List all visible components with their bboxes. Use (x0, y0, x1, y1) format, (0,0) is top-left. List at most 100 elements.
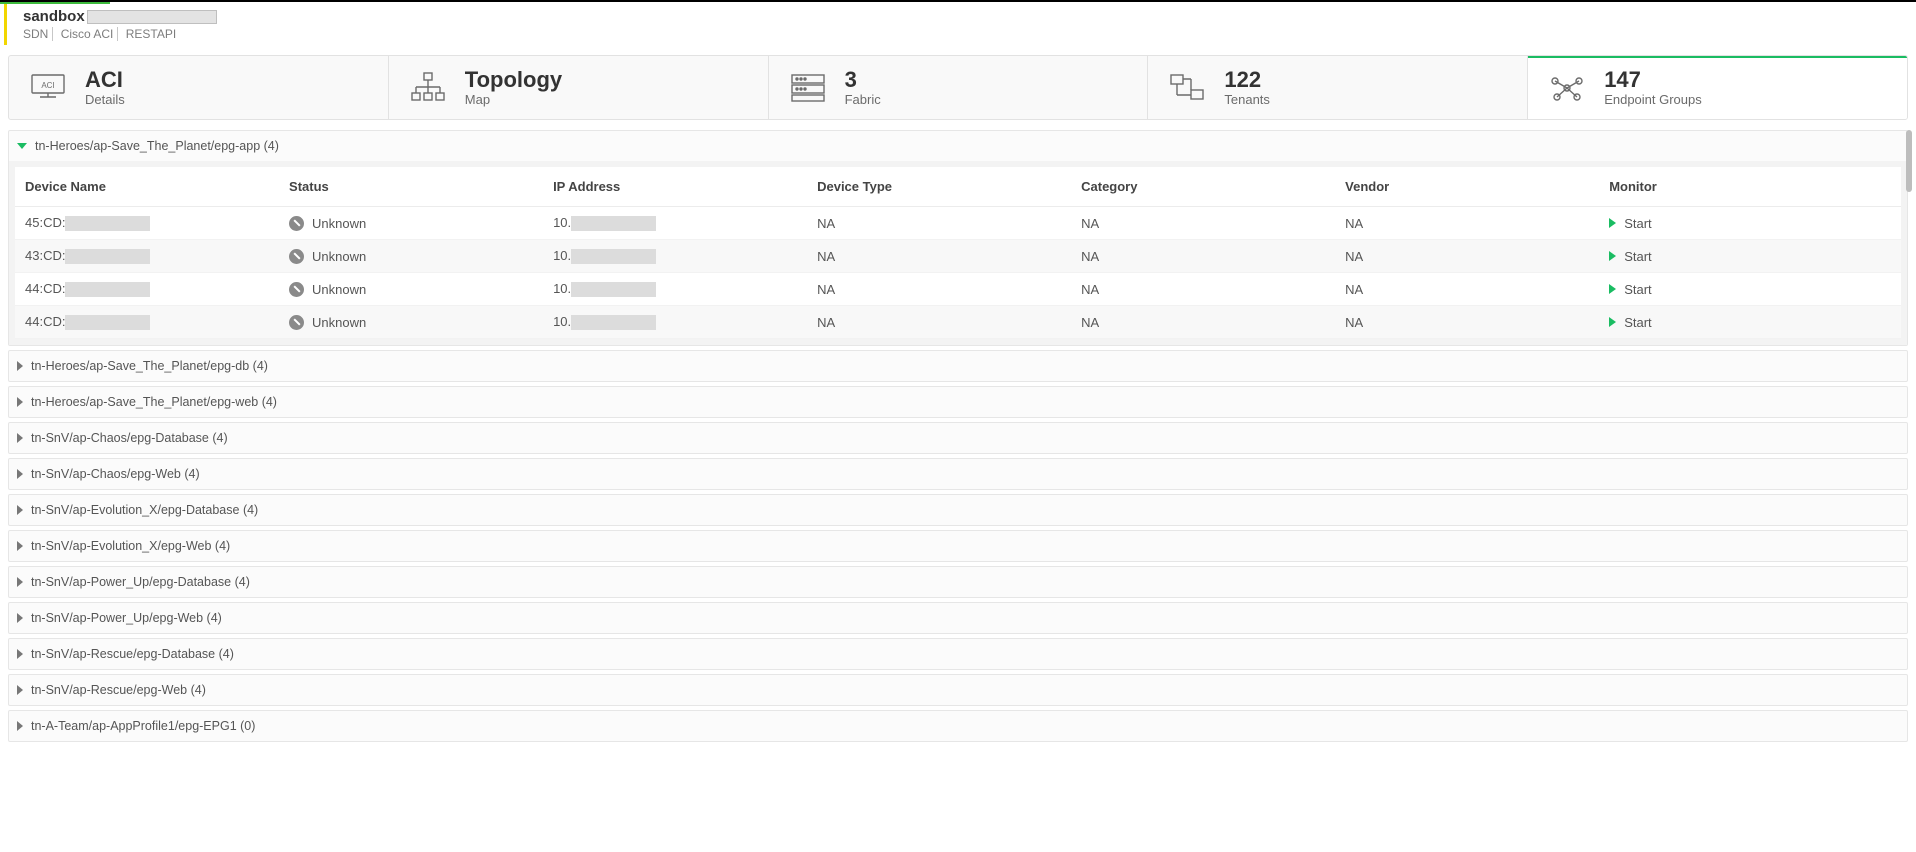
section-toggle[interactable]: tn-Heroes/ap-Save_The_Planet/epg-web (4) (9, 387, 1907, 417)
cell-vendor: NA (1335, 273, 1599, 306)
redacted-title-suffix (87, 10, 217, 24)
page-title: sandbox (23, 8, 85, 25)
col-status[interactable]: Status (279, 167, 543, 207)
section-collapsed: tn-SnV/ap-Rescue/epg-Web (4) (8, 674, 1908, 706)
tab-aci[interactable]: ACI ACI Details (9, 56, 389, 119)
chevron-right-icon (17, 613, 23, 623)
cell-ip-address: 10. (543, 273, 807, 306)
section-collapsed: tn-Heroes/ap-Save_The_Planet/epg-web (4) (8, 386, 1908, 418)
tab-title: 3 (845, 68, 881, 92)
cell-status: Unknown (279, 273, 543, 306)
cell-status: Unknown (279, 240, 543, 273)
cell-vendor: NA (1335, 240, 1599, 273)
play-icon (1609, 218, 1616, 228)
col-device-name[interactable]: Device Name (15, 167, 279, 207)
section-collapsed: tn-SnV/ap-Evolution_X/epg-Web (4) (8, 530, 1908, 562)
cell-vendor: NA (1335, 306, 1599, 339)
section-label: tn-SnV/ap-Evolution_X/epg-Web (4) (31, 539, 230, 553)
redacted-text (65, 249, 150, 264)
cell-monitor: Start (1599, 306, 1901, 339)
table-row[interactable]: 43:CD: Unknown 10. NA NA NA Start (15, 240, 1901, 273)
cell-ip-address: 10. (543, 306, 807, 339)
col-category[interactable]: Category (1071, 167, 1335, 207)
section-collapsed: tn-SnV/ap-Evolution_X/epg-Database (4) (8, 494, 1908, 526)
section-label: tn-SnV/ap-Rescue/epg-Database (4) (31, 647, 234, 661)
tab-topology[interactable]: Topology Map (389, 56, 769, 119)
cell-device-name: 44:CD: (15, 273, 279, 306)
chevron-right-icon (17, 361, 23, 371)
section-collapsed: tn-A-Team/ap-AppProfile1/epg-EPG1 (0) (8, 710, 1908, 742)
aci-icon: ACI (27, 69, 69, 107)
start-monitor-button[interactable]: Start (1609, 282, 1891, 297)
section-toggle[interactable]: tn-SnV/ap-Chaos/epg-Web (4) (9, 459, 1907, 489)
cell-category: NA (1071, 306, 1335, 339)
section-toggle[interactable]: tn-SnV/ap-Chaos/epg-Database (4) (9, 423, 1907, 453)
top-black-bar (0, 0, 1916, 2)
tab-tenants[interactable]: 122 Tenants (1148, 56, 1528, 119)
tab-subtitle: Map (465, 92, 562, 107)
svg-text:ACI: ACI (41, 81, 54, 90)
breadcrumb-item[interactable]: RESTAPI (122, 27, 180, 41)
section-label: tn-SnV/ap-Rescue/epg-Web (4) (31, 683, 206, 697)
section-collapsed: tn-SnV/ap-Chaos/epg-Database (4) (8, 422, 1908, 454)
start-monitor-button[interactable]: Start (1609, 249, 1891, 264)
start-monitor-button[interactable]: Start (1609, 216, 1891, 231)
section-collapsed: tn-SnV/ap-Chaos/epg-Web (4) (8, 458, 1908, 490)
redacted-text (65, 315, 150, 330)
cell-monitor: Start (1599, 273, 1901, 306)
table-row[interactable]: 44:CD: Unknown 10. NA NA NA Start (15, 306, 1901, 339)
redacted-text (571, 249, 656, 264)
start-monitor-button[interactable]: Start (1609, 315, 1891, 330)
scrollbar-thumb[interactable] (1906, 130, 1912, 192)
play-icon (1609, 251, 1616, 261)
section-toggle[interactable]: tn-SnV/ap-Evolution_X/epg-Database (4) (9, 495, 1907, 525)
chevron-right-icon (17, 649, 23, 659)
redacted-text (571, 216, 656, 231)
section-toggle[interactable]: tn-SnV/ap-Evolution_X/epg-Web (4) (9, 531, 1907, 561)
device-table: Device Name Status IP Address Device Typ… (15, 167, 1901, 339)
section-toggle[interactable]: tn-Heroes/ap-Save_The_Planet/epg-db (4) (9, 351, 1907, 381)
breadcrumb: SDN Cisco ACI RESTAPI (23, 27, 180, 41)
section-expanded: tn-Heroes/ap-Save_The_Planet/epg-app (4)… (8, 130, 1908, 346)
tab-fabric[interactable]: 3 Fabric (769, 56, 1149, 119)
chevron-right-icon (17, 469, 23, 479)
redacted-text (65, 216, 150, 231)
table-row[interactable]: 45:CD: Unknown 10. NA NA NA Start (15, 207, 1901, 240)
topology-icon (407, 69, 449, 107)
col-vendor[interactable]: Vendor (1335, 167, 1599, 207)
cell-device-type: NA (807, 240, 1071, 273)
tab-title: Topology (465, 68, 562, 92)
col-ip-address[interactable]: IP Address (543, 167, 807, 207)
cell-monitor: Start (1599, 240, 1901, 273)
chevron-right-icon (17, 721, 23, 731)
col-device-type[interactable]: Device Type (807, 167, 1071, 207)
section-label: tn-Heroes/ap-Save_The_Planet/epg-db (4) (31, 359, 268, 373)
table-row[interactable]: 44:CD: Unknown 10. NA NA NA Start (15, 273, 1901, 306)
section-toggle[interactable]: tn-SnV/ap-Power_Up/epg-Web (4) (9, 603, 1907, 633)
breadcrumb-item[interactable]: Cisco ACI (57, 27, 119, 41)
section-toggle[interactable]: tn-SnV/ap-Rescue/epg-Web (4) (9, 675, 1907, 705)
section-label: tn-SnV/ap-Chaos/epg-Web (4) (31, 467, 200, 481)
cell-device-type: NA (807, 306, 1071, 339)
chevron-right-icon (17, 541, 23, 551)
section-collapsed: tn-SnV/ap-Power_Up/epg-Web (4) (8, 602, 1908, 634)
section-label: tn-SnV/ap-Power_Up/epg-Database (4) (31, 575, 250, 589)
tab-endpoint-groups[interactable]: 147 Endpoint Groups (1528, 55, 1907, 119)
section-toggle[interactable]: tn-Heroes/ap-Save_The_Planet/epg-app (4) (9, 131, 1907, 161)
cell-device-type: NA (807, 207, 1071, 240)
cell-vendor: NA (1335, 207, 1599, 240)
section-label: tn-Heroes/ap-Save_The_Planet/epg-app (4) (35, 139, 279, 153)
col-monitor[interactable]: Monitor (1599, 167, 1901, 207)
section-toggle[interactable]: tn-SnV/ap-Rescue/epg-Database (4) (9, 639, 1907, 669)
tab-title: 122 (1224, 68, 1270, 92)
breadcrumb-item[interactable]: SDN (23, 27, 53, 41)
redacted-text (571, 282, 656, 297)
tab-subtitle: Tenants (1224, 92, 1270, 107)
unknown-status-icon (289, 216, 304, 231)
section-toggle[interactable]: tn-SnV/ap-Power_Up/epg-Database (4) (9, 567, 1907, 597)
section-toggle[interactable]: tn-A-Team/ap-AppProfile1/epg-EPG1 (0) (9, 711, 1907, 741)
play-icon (1609, 317, 1616, 327)
chevron-right-icon (17, 433, 23, 443)
cell-device-name: 45:CD: (15, 207, 279, 240)
unknown-status-icon (289, 249, 304, 264)
